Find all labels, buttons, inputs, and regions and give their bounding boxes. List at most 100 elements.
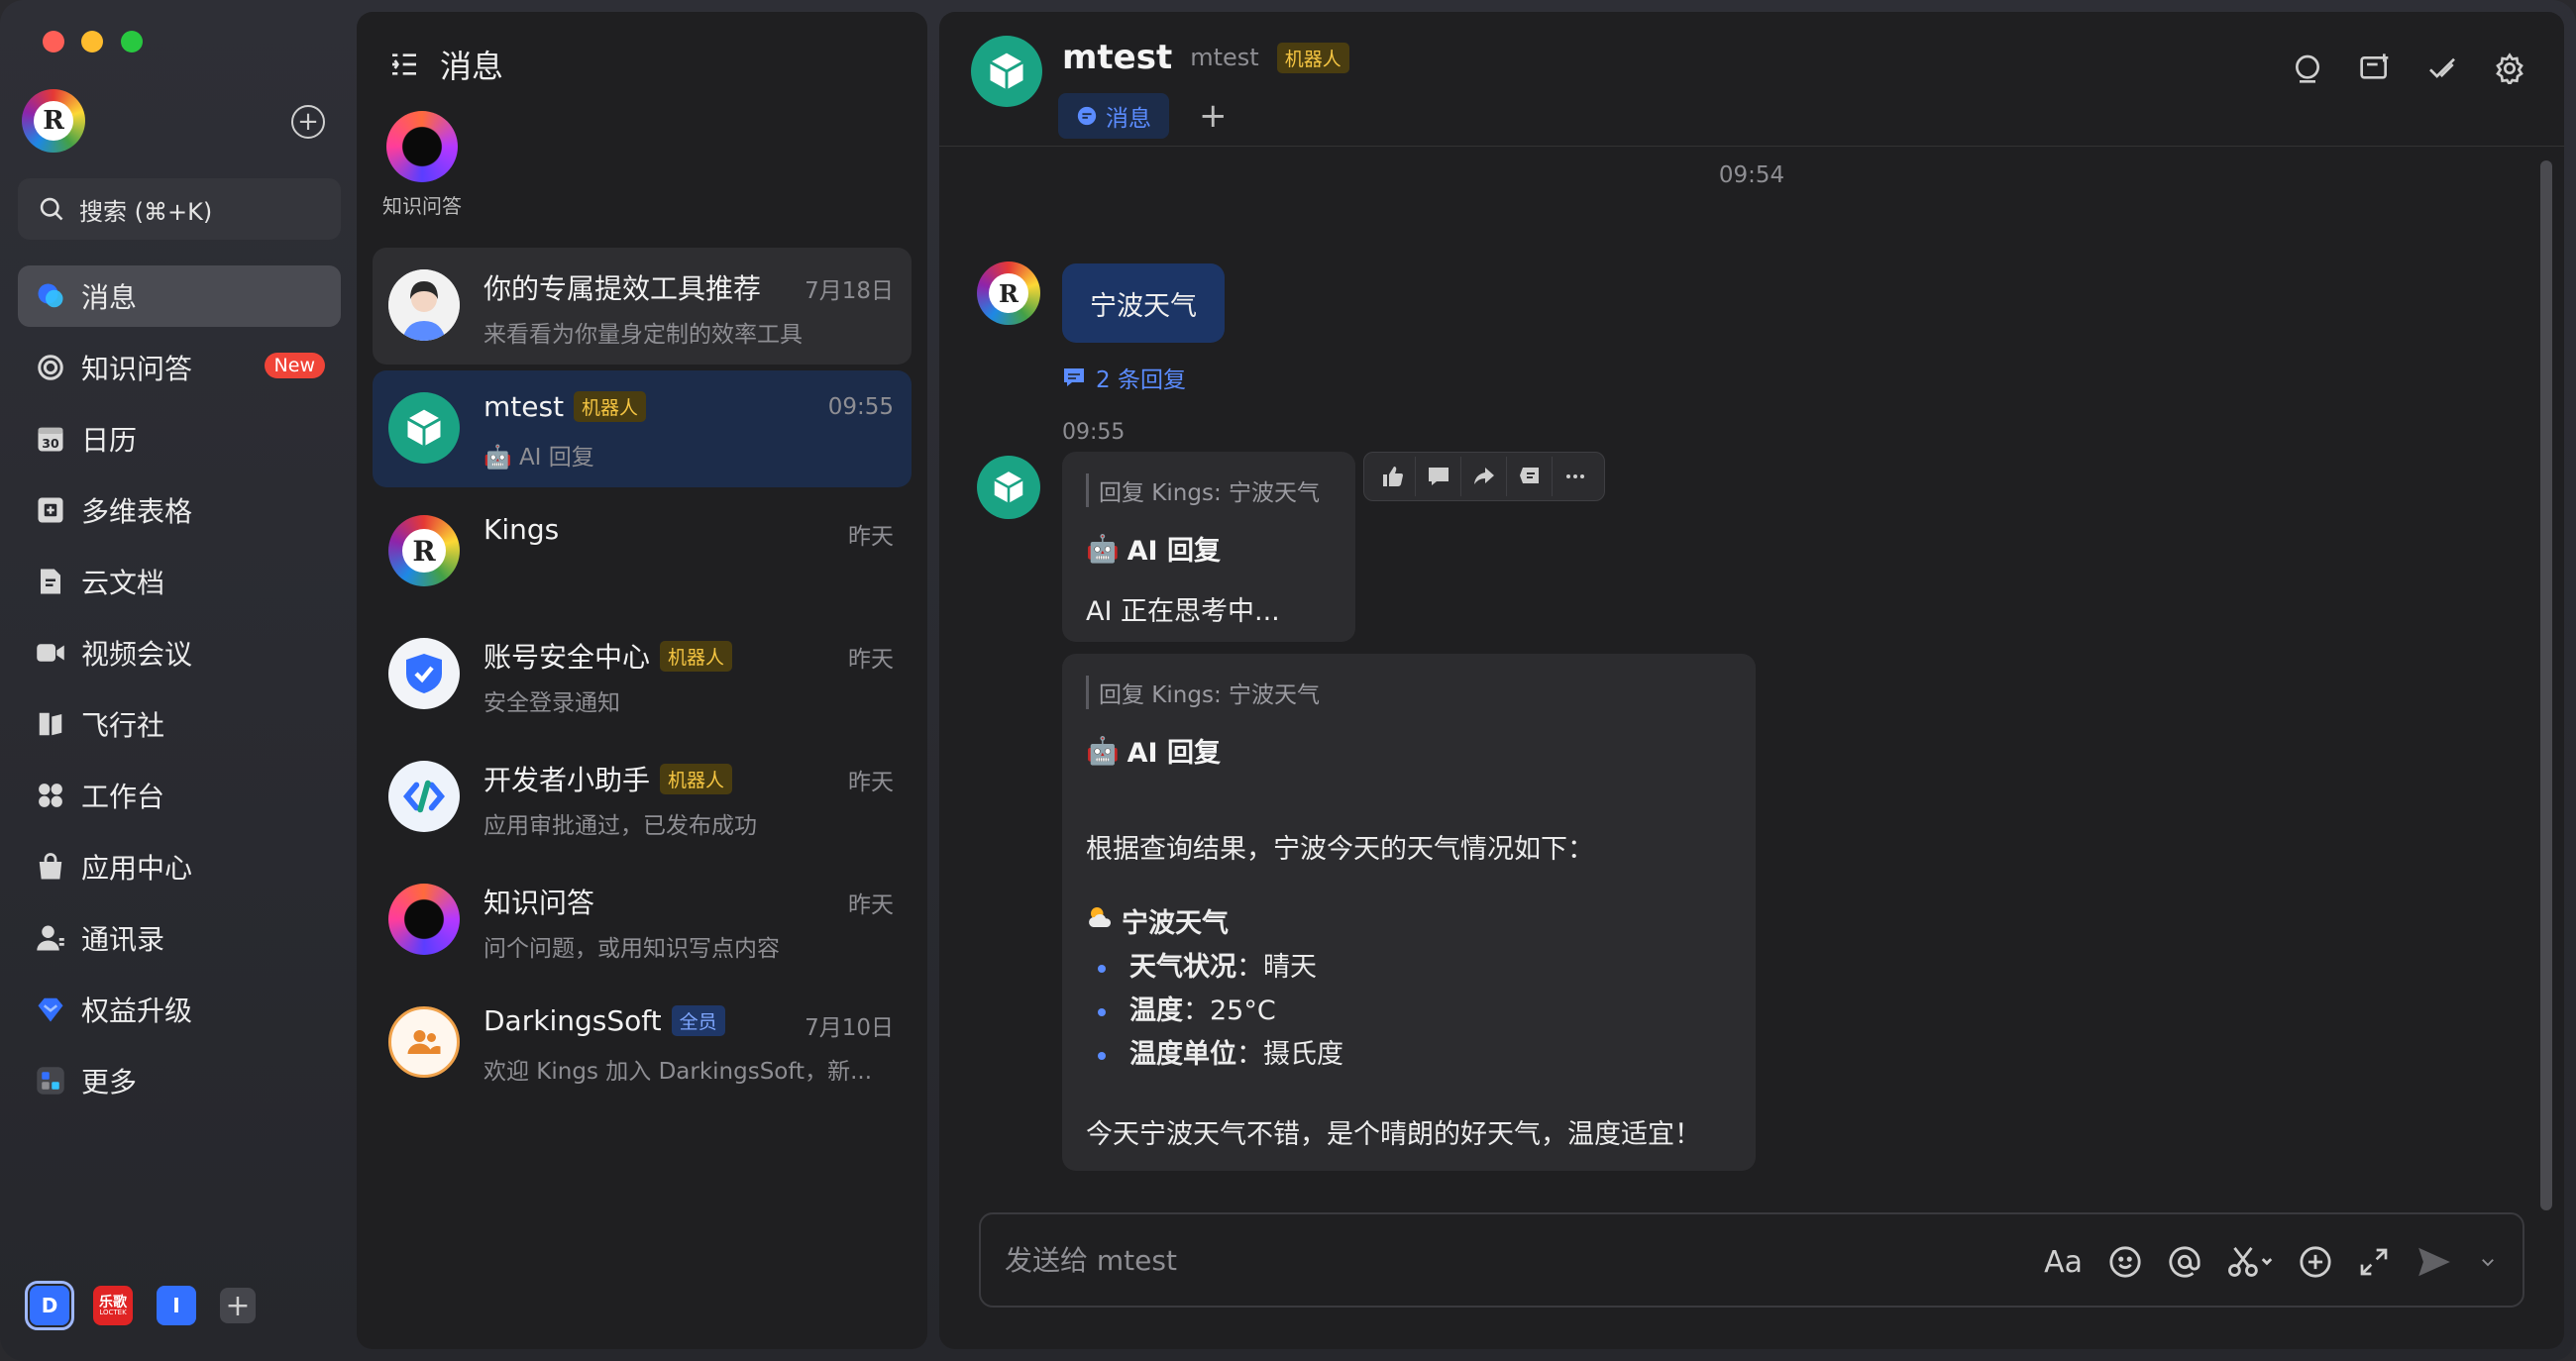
collapse-list-icon[interactable]: [388, 49, 420, 80]
bot-cube-avatar[interactable]: [971, 36, 1042, 107]
chat-time: 7月18日: [805, 278, 894, 304]
workspace-d[interactable]: D: [25, 1281, 74, 1330]
workspace-loctek[interactable]: 乐歌 LOCTEK: [93, 1286, 133, 1325]
chat-bubble-icon: [1077, 106, 1097, 126]
bot-tag: 机器人: [1276, 42, 1349, 73]
bot-reply-card-weather[interactable]: 回复 Kings: 宁波天气 🤖 AI 回复 根据查询结果，宁波今天的天气情况如…: [1062, 654, 1756, 1171]
kings-avatar[interactable]: R: [977, 262, 1040, 325]
chat-name[interactable]: mtest: [1062, 38, 1172, 77]
mention-icon[interactable]: [2168, 1242, 2201, 1282]
sidebar-item-video[interactable]: 视频会议: [18, 622, 341, 683]
sidebar-item-messages[interactable]: 消息: [18, 265, 341, 327]
sidebar-item-contacts[interactable]: 通讯录: [18, 907, 341, 969]
message-input[interactable]: [1005, 1240, 1896, 1280]
expand-icon[interactable]: [2358, 1242, 2390, 1282]
search-button[interactable]: 搜索 (⌘+K): [18, 178, 341, 240]
add-workspace-button[interactable]: +: [220, 1288, 256, 1323]
search-chat-icon[interactable]: [2291, 52, 2324, 85]
user-avatar[interactable]: R: [22, 89, 85, 153]
chat-name: mtest 机器人: [483, 390, 647, 423]
bot-reply-card-thinking[interactable]: 回复 Kings: 宁波天气 🤖 AI 回复 AI 正在思考中...: [1062, 452, 1355, 642]
scrollbar-thumb[interactable]: [2540, 160, 2552, 1210]
chat-preview: 问个问题，或用知识写点内容: [483, 936, 780, 962]
sidebar-item-app-center[interactable]: 应用中心: [18, 836, 341, 897]
sidebar-item-label: 更多: [81, 1066, 138, 1099]
sidebar-item-calendar[interactable]: 30 日历: [18, 408, 341, 470]
chat-preview: 安全登录通知: [483, 690, 620, 716]
text-format-button[interactable]: Aa: [2044, 1242, 2083, 1282]
chat-main: mtest mtest 机器人 消息 + 09:54 R 宁波天气 2 条回复 …: [939, 12, 2564, 1349]
message-composer: Aa: [979, 1212, 2524, 1308]
chevron-down-icon[interactable]: [2479, 1242, 2497, 1282]
chat-item-kings[interactable]: R Kings 昨天: [373, 493, 912, 610]
user-message-bubble[interactable]: 宁波天气: [1062, 263, 1225, 343]
kings-avatar-logo: R: [989, 273, 1028, 313]
more-icon[interactable]: [1553, 457, 1598, 496]
sidebar-item-workplace[interactable]: 工作台: [18, 765, 341, 826]
send-icon[interactable]: [2415, 1242, 2453, 1282]
forward-icon[interactable]: [1461, 457, 1507, 496]
sidebar-item-label: 消息: [81, 281, 138, 314]
quote-reply-icon[interactable]: [1507, 457, 1553, 496]
chat-item-dev-assistant[interactable]: 开发者小助手 机器人 应用审批通过，已发布成功 昨天: [373, 739, 912, 856]
new-badge: New: [264, 353, 325, 378]
chat-name: 你的专属提效工具推荐: [483, 272, 762, 305]
chat-item-darkingssoft[interactable]: DarkingsSoft 全员 欢迎 Kings 加入 DarkingsSoft…: [373, 985, 912, 1101]
sidebar-item-label: 视频会议: [81, 638, 193, 671]
search-label: 搜索 (⌘+K): [79, 197, 213, 226]
thread-reply-link[interactable]: 2 条回复: [1062, 361, 1186, 394]
thumbs-up-icon[interactable]: [1370, 457, 1416, 496]
ai-reply-title: 🤖 AI 回复: [1086, 735, 1221, 770]
thinking-text: AI 正在思考中...: [1086, 596, 1280, 627]
chat-tabs: 消息 +: [1058, 93, 1228, 139]
add-tab-button[interactable]: +: [1199, 96, 1228, 136]
kings-avatar-ring: R: [977, 262, 1040, 325]
tab-messages[interactable]: 消息: [1058, 93, 1169, 139]
sidebar-item-docs[interactable]: 云文档: [18, 551, 341, 612]
weather-intro: 根据查询结果，宁波今天的天气情况如下：: [1086, 834, 1594, 865]
document-icon: [36, 567, 65, 596]
chat-time: 昨天: [848, 524, 894, 550]
sidebar-item-label: 云文档: [81, 567, 165, 599]
chat-item-tool-recommend[interactable]: 你的专属提效工具推荐 来看看为你量身定制的效率工具 7月18日: [373, 248, 912, 365]
message-actions: [1363, 452, 1605, 501]
sidebar-nav: 消息 知识问答 New 30 日历 多维表格 云文档 视频会议 飞行社 工作台 …: [18, 265, 341, 1121]
shopping-bag-icon: [36, 852, 65, 882]
bot-cube-avatar: [388, 392, 460, 464]
video-camera-icon: [36, 638, 65, 668]
sidebar-item-bitable[interactable]: 多维表格: [18, 479, 341, 541]
chat-item-knowledge[interactable]: 知识问答 问个问题，或用知识写点内容 昨天: [373, 862, 912, 979]
search-icon: [40, 197, 63, 221]
reply-icon[interactable]: [1416, 457, 1461, 496]
sun-cloud-icon: [1086, 902, 1116, 939]
add-to-tab-icon[interactable]: [2358, 52, 2392, 85]
chat-preview: 应用审批通过，已发布成功: [483, 813, 757, 839]
chat-header: mtest mtest 机器人 消息 +: [939, 12, 2564, 147]
bot-cube-avatar[interactable]: [977, 456, 1040, 519]
sidebar-item-upgrade[interactable]: 权益升级: [18, 979, 341, 1040]
chat-name: 开发者小助手 机器人: [483, 759, 733, 798]
chat-time: 昨天: [848, 647, 894, 673]
sidebar-item-label: 应用中心: [81, 852, 193, 885]
bot-tag: 机器人: [574, 391, 647, 422]
pinned-knowledge[interactable]: 知识问答: [382, 111, 462, 219]
sidebar-item-more[interactable]: 更多: [18, 1050, 341, 1111]
mark-done-icon[interactable]: [2425, 52, 2459, 85]
gear-icon[interactable]: [2493, 52, 2526, 85]
workspace-i[interactable]: I: [157, 1286, 196, 1325]
message-scrollbar[interactable]: [2540, 160, 2554, 1210]
chat-item-security[interactable]: 账号安全中心 机器人 安全登录通知 昨天: [373, 616, 912, 733]
person-avatar: [388, 269, 460, 341]
screenshot-icon[interactable]: [2227, 1242, 2273, 1282]
bot-tag: 机器人: [660, 763, 733, 794]
list-title: 消息: [440, 48, 504, 85]
plus-circle-icon[interactable]: [2299, 1242, 2332, 1282]
chat-time: 昨天: [848, 892, 894, 918]
add-icon[interactable]: +: [291, 105, 325, 139]
sidebar-item-flight[interactable]: 飞行社: [18, 693, 341, 755]
chat-item-mtest[interactable]: mtest 机器人 🤖 AI 回复 09:55: [373, 370, 912, 487]
apps-grid-icon: [36, 781, 65, 810]
emoji-icon[interactable]: [2108, 1242, 2142, 1282]
calendar-icon: 30: [36, 424, 65, 454]
sidebar-item-knowledge[interactable]: 知识问答 New: [18, 337, 341, 398]
